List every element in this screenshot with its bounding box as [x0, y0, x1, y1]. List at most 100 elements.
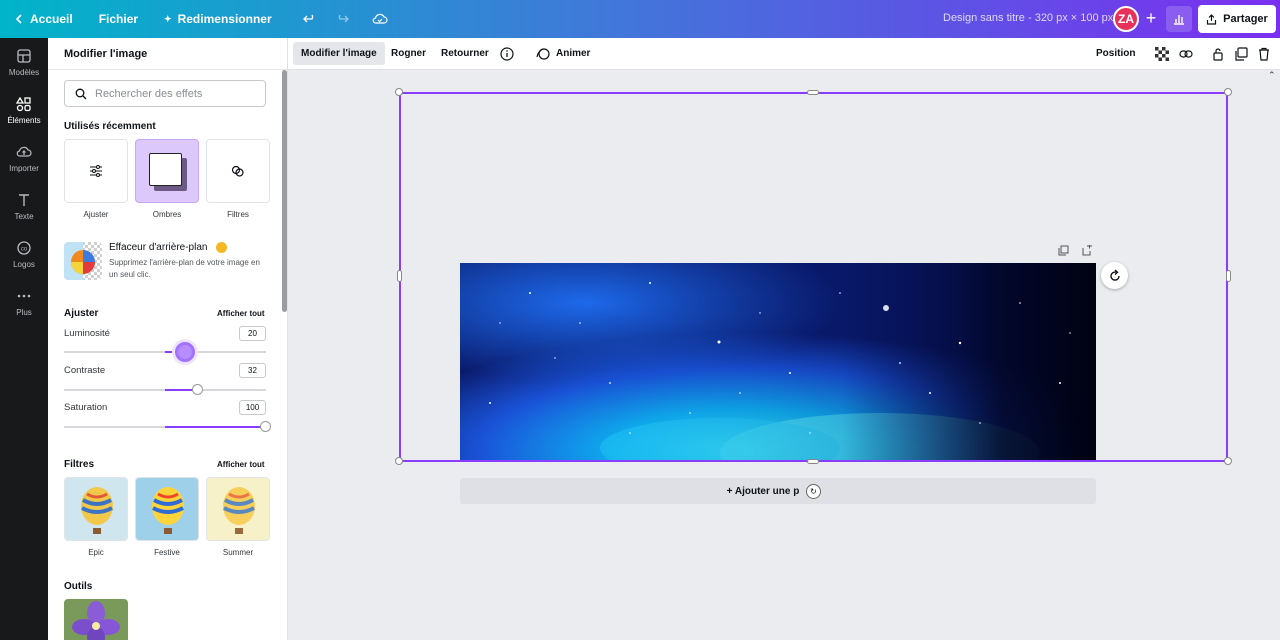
copy-page-button[interactable] — [1056, 243, 1070, 257]
balloon-thumbnail — [207, 478, 269, 540]
rail-label: Importer — [9, 163, 39, 173]
panel-scrollbar[interactable] — [282, 70, 287, 312]
add-collaborator-button[interactable]: + — [1141, 9, 1161, 29]
adjust-title: Ajuster — [64, 308, 99, 319]
file-menu[interactable]: Fichier — [99, 12, 138, 26]
bg-remover-title[interactable]: Effaceur d'arrière-plan — [109, 242, 207, 253]
recent-shadows-card[interactable] — [135, 139, 199, 203]
add-page-icon-button[interactable] — [1080, 243, 1094, 257]
contrast-value-input[interactable]: 32 — [239, 363, 266, 378]
transparency-icon — [1155, 47, 1169, 61]
saturation-value-input[interactable]: 100 — [239, 400, 266, 415]
redo-button[interactable] — [330, 7, 354, 31]
contrast-knob[interactable] — [192, 384, 203, 395]
resize-button[interactable]: ✦ Redimensionner — [164, 12, 272, 26]
filter-label: Summer — [222, 548, 254, 557]
recent-filters-card[interactable] — [206, 139, 270, 203]
tool-flower-thumbnail[interactable] — [64, 599, 128, 640]
share-label: Partager — [1223, 13, 1268, 25]
rail-label: Logos — [13, 259, 35, 269]
design-title[interactable]: Design sans titre - 320 px × 100 px — [943, 12, 1113, 24]
resize-handle-top-left[interactable] — [395, 88, 403, 96]
crop-button[interactable]: Rogner — [383, 42, 434, 65]
left-rail: Modèles Éléments Importer Texte co Logos… — [0, 38, 48, 640]
filter-epic-card[interactable] — [64, 477, 128, 541]
search-icon — [75, 88, 87, 99]
filters-show-all-link[interactable]: Afficher tout — [217, 460, 265, 469]
avatar[interactable]: ZA — [1113, 6, 1139, 32]
rail-item-elements[interactable]: Éléments — [0, 86, 48, 134]
filters-title: Filtres — [64, 459, 95, 470]
brightness-value-input[interactable]: 20 — [239, 326, 266, 341]
search-input[interactable] — [95, 87, 255, 100]
copy-icon — [1058, 245, 1068, 255]
info-button[interactable] — [499, 46, 515, 62]
rotate-button[interactable] — [1101, 262, 1128, 289]
flower-image — [64, 599, 128, 640]
redo-icon — [338, 14, 349, 23]
transparency-button[interactable] — [1154, 46, 1170, 62]
recent-title: Utilisés récemment — [64, 121, 156, 132]
filter-festive-card[interactable] — [135, 477, 199, 541]
rail-label: Modèles — [8, 67, 40, 77]
balloon-thumbnail — [136, 478, 198, 540]
resize-handle-left[interactable] — [397, 270, 402, 282]
rail-item-logos[interactable]: co Logos — [0, 230, 48, 278]
shapes-icon — [16, 96, 31, 111]
sliders-icon — [90, 165, 102, 177]
saturation-knob[interactable] — [260, 421, 271, 432]
effects-search[interactable] — [64, 80, 266, 107]
animate-button[interactable]: Animer — [528, 42, 598, 65]
rail-item-text[interactable]: Texte — [0, 182, 48, 230]
resize-handle-right[interactable] — [1226, 270, 1231, 282]
recent-label: Ombres — [152, 210, 182, 219]
home-button[interactable]: Accueil — [14, 12, 73, 26]
bg-remover-description: Supprimez l'arrière-plan de votre image … — [109, 258, 260, 279]
flip-button[interactable]: Retourner — [433, 42, 497, 65]
rail-item-templates[interactable]: Modèles — [0, 38, 48, 86]
add-page-button[interactable]: + Ajouter une p — [460, 478, 1096, 504]
resize-handle-bottom-left[interactable] — [395, 457, 403, 465]
resize-handle-bottom-right[interactable] — [1224, 457, 1232, 465]
contrast-label: Contraste — [64, 365, 106, 376]
adjust-show-all-link[interactable]: Afficher tout — [217, 309, 265, 318]
top-bar: Accueil Fichier ✦ Redimensionner Design … — [0, 0, 1280, 38]
position-button[interactable]: Position — [1088, 42, 1143, 65]
brightness-knob[interactable] — [175, 342, 195, 362]
saturation-fill — [165, 426, 266, 428]
crop-label: Rogner — [391, 48, 426, 59]
undo-button[interactable] — [298, 7, 322, 31]
resize-handle-bottom[interactable] — [807, 459, 819, 464]
refresh-badge-icon: ↻ — [806, 484, 821, 499]
file-label: Fichier — [98, 12, 139, 26]
animate-icon — [536, 47, 550, 60]
lock-button[interactable] — [1210, 46, 1226, 62]
filter-summer-card[interactable] — [206, 477, 270, 541]
insights-button[interactable] — [1166, 6, 1192, 32]
rail-item-more[interactable]: Plus — [0, 278, 48, 326]
resize-handle-top-right[interactable] — [1224, 88, 1232, 96]
recent-adjust-card[interactable] — [64, 139, 128, 203]
shadow-preview-icon — [149, 153, 187, 191]
filter-label: Festive — [154, 548, 180, 557]
edit-image-panel: Modifier l'image Utilisés récemment Ajus… — [48, 38, 288, 640]
cloud-upload-icon — [16, 146, 32, 157]
bg-remover-thumbnail[interactable] — [64, 242, 102, 280]
share-button[interactable]: Partager — [1198, 5, 1276, 33]
resize-handle-top[interactable] — [807, 90, 819, 95]
lock-icon — [1213, 48, 1223, 61]
resize-label: Redimensionner — [177, 12, 272, 26]
edit-image-label: Modifier l'image — [301, 48, 377, 59]
save-status-button[interactable] — [368, 7, 392, 31]
edit-image-button[interactable]: Modifier l'image — [293, 42, 385, 65]
undo-icon — [302, 14, 313, 23]
filter-label: Epic — [88, 548, 104, 557]
link-icon — [1179, 50, 1193, 58]
bar-chart-icon — [1174, 15, 1184, 25]
share-icon — [1207, 13, 1217, 25]
chevron-up-icon[interactable]: ⌃ — [1268, 70, 1276, 81]
delete-button[interactable] — [1256, 46, 1272, 62]
link-button[interactable] — [1178, 46, 1194, 62]
rail-item-uploads[interactable]: Importer — [0, 134, 48, 182]
duplicate-button[interactable] — [1233, 46, 1249, 62]
